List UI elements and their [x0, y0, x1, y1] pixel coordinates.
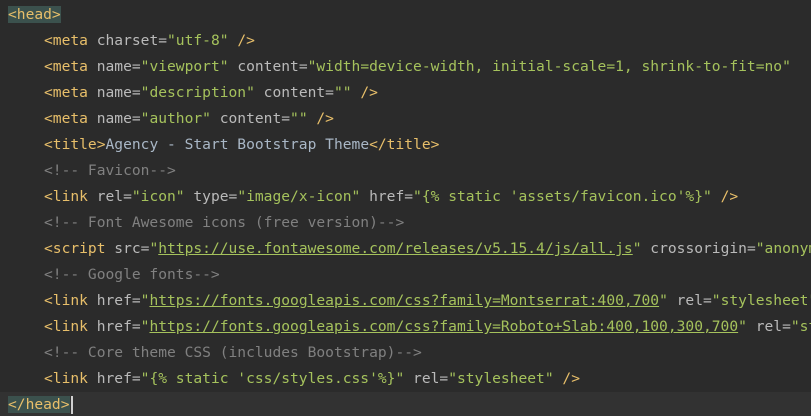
attribute-value: "viewport": [140, 58, 229, 75]
tag-open-title: <title>: [44, 136, 106, 153]
attribute-name: rel=: [667, 292, 712, 309]
quote: ": [149, 240, 159, 257]
attribute-name: href=: [87, 292, 141, 309]
attribute-value: "stylesheet": [790, 318, 811, 335]
title-text: Agency - Start Bootstrap Theme: [105, 136, 370, 153]
code-line[interactable]: <link rel="icon" type="image/x-icon" hre…: [0, 184, 811, 210]
attribute-name: charset=: [87, 32, 168, 49]
attribute-value: "image/x-icon": [237, 188, 361, 205]
attribute-name: type=: [184, 188, 238, 205]
code-line[interactable]: <link href= "https://fonts.googleapis.com…: [0, 288, 811, 314]
code-line[interactable]: <!-- Google fonts-->: [0, 262, 811, 288]
tag-open-head: <head>: [8, 6, 61, 23]
attribute-value: "author": [140, 110, 211, 127]
quote: ": [659, 292, 668, 309]
attribute-name: name=: [87, 110, 141, 127]
code-line[interactable]: <!-- Favicon-->: [0, 158, 811, 184]
tag-name: <link: [44, 292, 88, 309]
code-line[interactable]: <script src="https://use.fontawesome.com…: [0, 236, 811, 262]
tag-name: <link: [44, 370, 88, 387]
tag-end: />: [553, 370, 580, 387]
attribute-value: "": [333, 84, 352, 101]
code-line[interactable]: <link href= "https://fonts.googleapis.com…: [0, 314, 811, 340]
tag-close-head: </head>: [8, 396, 70, 413]
attribute-name: href=: [87, 318, 141, 335]
attribute-name: content=: [228, 58, 308, 75]
code-line[interactable]: <meta charset="utf-8" />: [0, 28, 811, 54]
attribute-value: "utf-8": [167, 32, 229, 49]
code-line[interactable]: <meta name="author" content="" />: [0, 106, 811, 132]
url-link[interactable]: https://fonts.googleapis.com/css?family=…: [149, 292, 659, 309]
attribute-value: "stylesheet": [711, 292, 811, 309]
code-line[interactable]: <link href="{% static 'css/styles.css'%}…: [0, 366, 811, 392]
attribute-name: crossorigin=: [641, 240, 756, 257]
tag-end: />: [307, 110, 334, 127]
tag-name: <meta: [44, 110, 88, 127]
attribute-value: "": [290, 110, 308, 127]
url-link[interactable]: https://fonts.googleapis.com/css?family=…: [149, 318, 738, 335]
attribute-name: name=: [87, 58, 141, 75]
code-line[interactable]: <meta name="description" content="" />: [0, 80, 811, 106]
attribute-name: rel=: [746, 318, 791, 335]
tag-name: <link: [44, 188, 88, 205]
code-line[interactable]: <!-- Font Awesome icons (free version)--…: [0, 210, 811, 236]
attribute-name: name=: [87, 84, 141, 101]
attribute-name: rel=: [87, 188, 132, 205]
quote: ": [738, 318, 747, 335]
tag-name: <meta: [44, 58, 88, 75]
quote: ": [632, 240, 642, 257]
tag-close-title: </title>: [369, 136, 440, 153]
attribute-value: "description": [140, 84, 255, 101]
attribute-name: src=: [105, 240, 150, 257]
code-line[interactable]: <head>: [0, 2, 811, 28]
tag-name: <meta: [44, 84, 88, 101]
attribute-name: content=: [254, 84, 334, 101]
code-line[interactable]: <!-- Core theme CSS (includes Bootstrap)…: [0, 340, 811, 366]
attribute-name: href=: [87, 370, 141, 387]
attribute-value: "icon": [131, 188, 185, 205]
tag-end: />: [228, 32, 255, 49]
tag-name: <link: [44, 318, 88, 335]
attribute-name: content=: [210, 110, 291, 127]
tag-name: <meta: [44, 32, 88, 49]
tag-end: />: [351, 84, 378, 101]
code-editor[interactable]: <head> <meta charset="utf-8" /> <meta na…: [0, 0, 811, 416]
attribute-name: href=: [360, 188, 414, 205]
code-comment: <!-- Core theme CSS (includes Bootstrap)…: [44, 344, 422, 361]
code-comment: <!-- Google fonts-->: [44, 266, 220, 283]
attribute-value: "{% static 'assets/favicon.ico'%}": [413, 188, 712, 205]
code-comment: <!-- Font Awesome icons (free version)--…: [44, 214, 405, 231]
attribute-value: "stylesheet": [448, 370, 554, 387]
code-line[interactable]: <meta name="viewport" content="width=dev…: [0, 54, 811, 80]
url-link[interactable]: https://use.fontawesome.com/releases/v5.…: [158, 240, 632, 257]
code-comment: <!-- Favicon-->: [44, 162, 176, 179]
code-line-current[interactable]: </head>: [0, 392, 811, 416]
code-line[interactable]: <title>Agency - Start Bootstrap Theme</t…: [0, 132, 811, 158]
attribute-value: "{% static 'css/styles.css'%}": [140, 370, 405, 387]
text-caret: [70, 396, 73, 414]
tag-name: <script: [44, 240, 106, 257]
attribute-value: "anonymous": [755, 240, 811, 257]
attribute-value: "width=device-width, initial-scale=1, sh…: [307, 58, 791, 75]
tag-end: />: [711, 188, 739, 205]
attribute-name: rel=: [404, 370, 449, 387]
